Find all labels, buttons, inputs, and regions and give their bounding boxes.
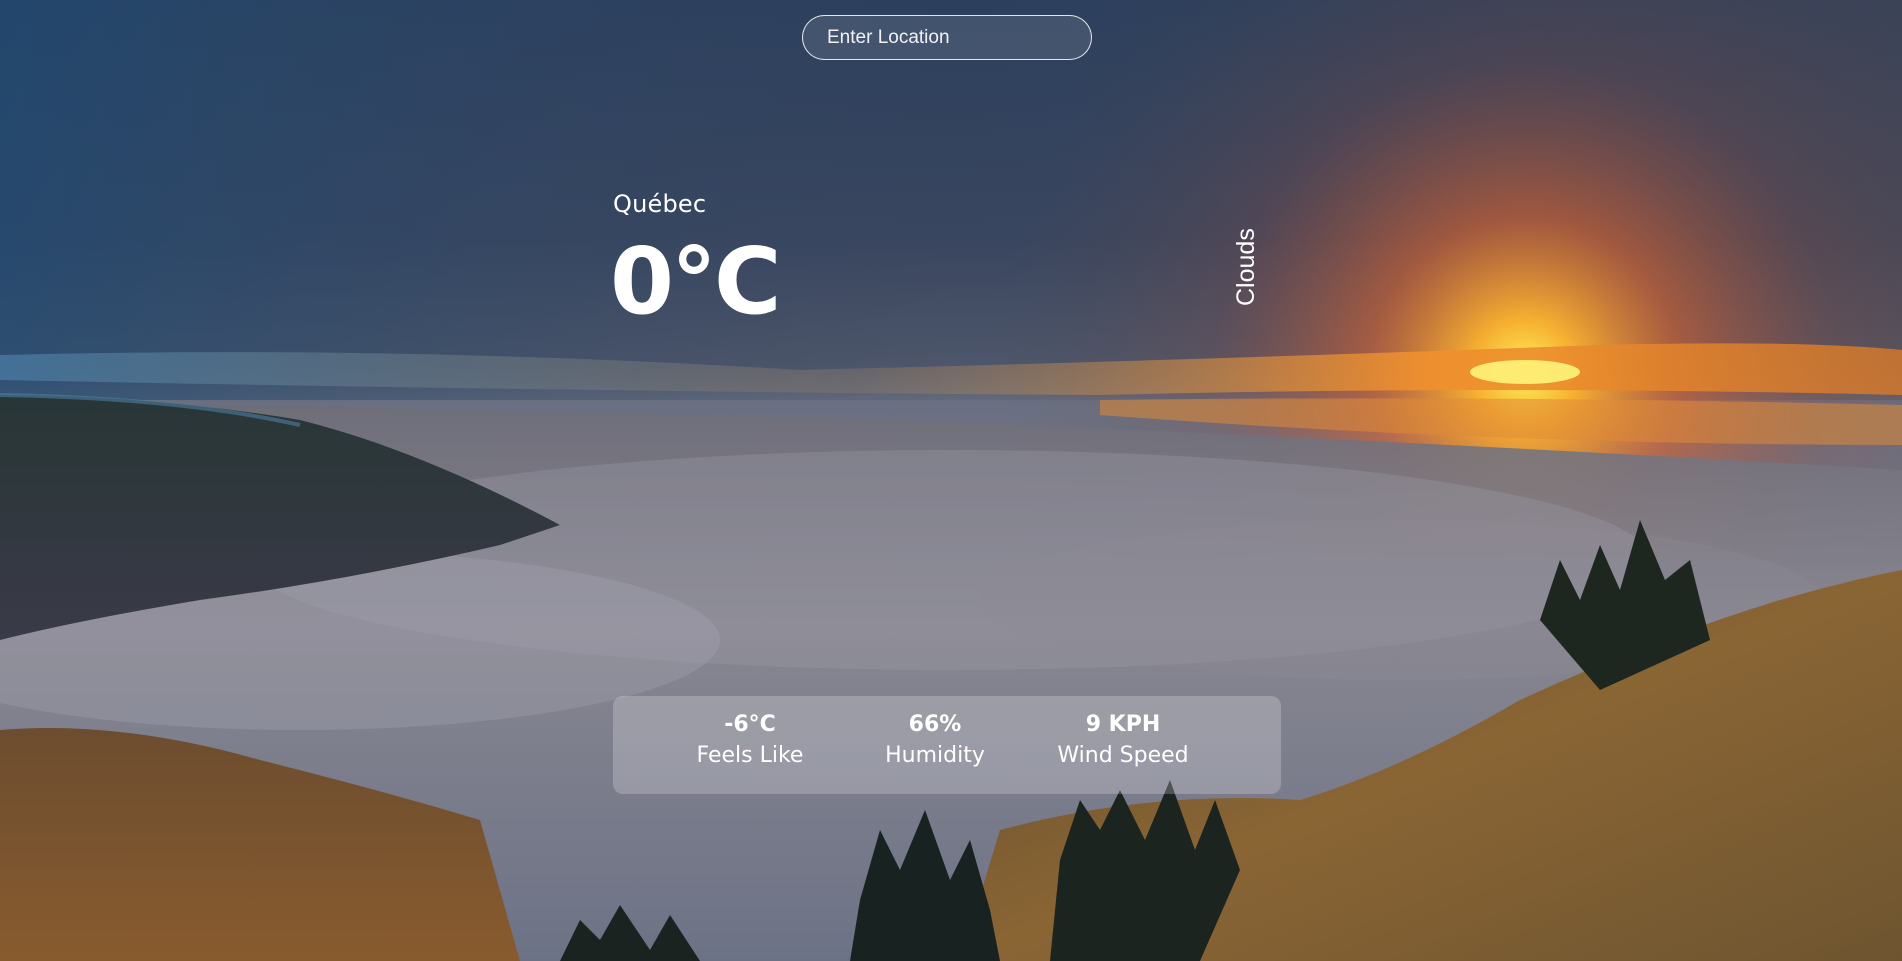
wind-speed-label: Wind Speed: [1057, 743, 1189, 768]
current-temperature: 0°C: [610, 228, 782, 335]
feels-like-label: Feels Like: [696, 743, 804, 768]
wind-speed-stat: 9 KPH Wind Speed: [1047, 710, 1199, 772]
location-search-input[interactable]: [802, 15, 1092, 60]
humidity-label: Humidity: [885, 743, 985, 768]
wind-speed-value: 9 KPH: [1085, 712, 1161, 737]
humidity-value: 66%: [908, 712, 962, 737]
feels-like-stat: -6°C Feels Like: [685, 710, 815, 772]
city-name: Québec: [613, 190, 707, 218]
weather-app: Québec 0°C Clouds -6°C Feels Like 66% Hu…: [0, 0, 1902, 961]
weather-condition: Clouds: [1232, 228, 1260, 306]
humidity-stat: 66% Humidity: [875, 710, 995, 772]
weather-details-panel: -6°C Feels Like 66% Humidity 9 KPH Wind …: [613, 696, 1281, 794]
sunset-over-clouds-background: [0, 0, 1902, 961]
feels-like-value: -6°C: [724, 712, 776, 737]
location-search: [802, 15, 1092, 60]
